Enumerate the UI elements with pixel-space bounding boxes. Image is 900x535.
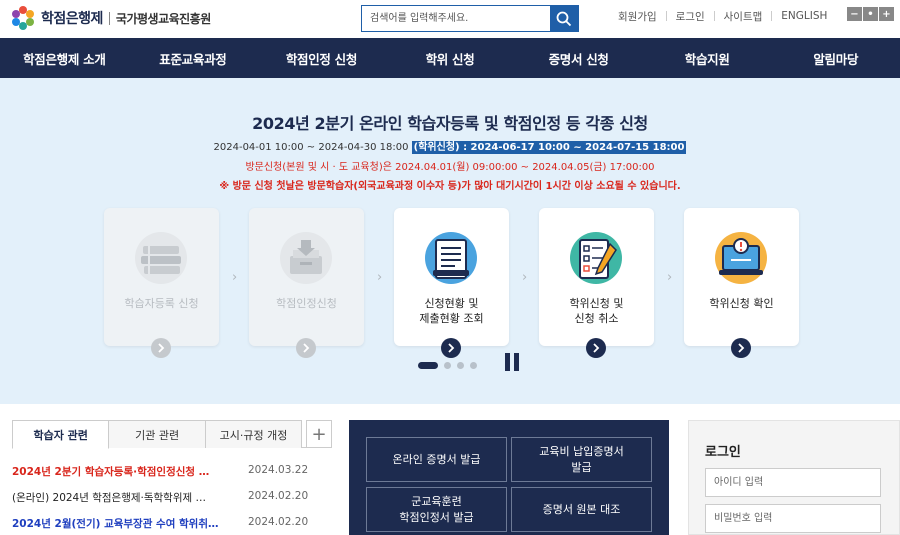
tab-learner[interactable]: 학습자 관련 [12,420,110,449]
notice-date: 2024.02.20 [248,490,309,502]
military-training-certificate-button[interactable]: 군교육훈련 학점인정서 발급 [366,487,507,532]
login-title: 로그인 [705,445,741,460]
notice-title: 2024년 2분기 학습자등록·학점인정신청 … [12,466,210,478]
chevron-right-icon [738,343,745,353]
checklist-pencil-icon [570,232,622,284]
english-link[interactable]: ENGLISH [781,10,827,22]
font-increase-button[interactable]: + [879,7,894,21]
card-degree-confirmation[interactable]: 학위신청 확인 [684,208,799,358]
chevron-right-icon [158,343,165,353]
slider-dot-4[interactable] [470,362,477,369]
search-button[interactable] [550,6,578,31]
notice-title: (온라인) 2024년 학점은행제·독학학위제 … [12,492,207,504]
font-decrease-button[interactable]: − [847,7,862,21]
pause-icon [505,353,510,371]
search-box [361,5,579,32]
chevron-right-icon: › [377,270,383,285]
main-navigation: 학점은행제 소개 표준교육과정 학점인정 신청 학위 신청 증명서 신청 학습지… [0,38,900,78]
list-item[interactable]: (온라인) 2024년 학점은행제·독학학위제 … 2024.02.20 [12,490,332,505]
tab-regulation[interactable]: 고시·규정 개정 [204,420,303,448]
card-degree-application[interactable]: 학위신청 및 신청 취소 [539,208,654,358]
card-go-button[interactable] [586,338,606,358]
notice-date: 2024.02.20 [248,516,309,528]
slider-dot-3[interactable] [457,362,464,369]
banner-title: 2024년 2분기 온라인 학습자등록 및 학점인정 등 각종 신청 [252,114,648,133]
notice-title: 2024년 2월(전기) 교육부장관 수여 학위취… [12,518,219,530]
card-label: 학점인정신청 [276,297,337,310]
search-input[interactable] [362,6,550,31]
card-go-button[interactable] [296,338,316,358]
online-certificate-button[interactable]: 온라인 증명서 발급 [366,437,507,482]
more-button[interactable]: + [306,420,333,448]
logo-flower-icon [12,6,34,30]
card-credit-recognition[interactable]: 학점인정신청 [249,208,364,358]
banner-notice: ※ 방문 신청 첫날은 방문학습자(외국교육과정 이수자 등)가 많아 대기시간… [219,181,681,192]
banner-date-highlight: (학위신청) : 2024-06-17 10:00 ~ 2024-07-15 1… [411,141,687,154]
card-go-button[interactable] [731,338,751,358]
banner-period: 2024-04-01 10:00 ~ 2024-04-30 18:00 (학위신… [0,138,900,154]
card-status-inquiry[interactable]: 신청현황 및 제출현황 조회 [394,208,509,358]
slider-pagination [418,362,477,369]
inbox-download-icon [280,232,332,284]
join-link[interactable]: 회원가입 [618,9,657,24]
chevron-right-icon: › [667,270,673,285]
document-list-icon [425,232,477,284]
certificate-verify-button[interactable]: 증명서 원본 대조 [511,487,652,532]
font-size-controls: − • + [847,7,894,21]
banner-date-plain: 2024-04-01 10:00 ~ 2024-04-30 18:00 [213,142,412,153]
card-go-button[interactable] [441,338,461,358]
login-box: 로그인 [688,420,900,535]
card-label: 학위신청 확인 [709,297,774,310]
logo-org: 국가평생교육진흥원 [115,11,211,26]
divider [771,11,773,21]
card-learner-registration[interactable]: 학습자등록 신청 [104,208,219,358]
card-go-button[interactable] [151,338,171,358]
nav-item-notice[interactable]: 알림마당 [771,38,900,78]
search-icon [556,11,572,26]
slider-dot-2[interactable] [444,362,451,369]
notice-tabs: 학습자 관련 기관 관련 고시·규정 개정 + [12,420,333,449]
card-label: 학습자등록 신청 [124,297,199,310]
logo-divider [108,11,110,25]
divider [665,11,667,21]
list-item[interactable]: 2024년 2월(전기) 교육부장관 수여 학위취… 2024.02.20 [12,516,332,531]
main-banner: 2024년 2분기 온라인 학습자등록 및 학점인정 등 각종 신청 2024-… [0,78,900,404]
top-header: 학점은행제 국가평생교육진흥원 회원가입 로그인 사이트맵 ENGLISH − … [0,0,900,38]
books-icon [135,232,187,284]
tuition-certificate-button[interactable]: 교육비 납입증명서 발급 [511,437,652,482]
quick-services: 온라인 증명서 발급 교육비 납입증명서 발급 군교육훈련 학점인정서 발급 증… [349,420,669,535]
font-reset-button[interactable]: • [863,7,878,21]
banner-visit-period: 방문신청(본원 및 시 · 도 교육청)은 2024.04.01(월) 09:0… [245,162,655,173]
tab-institution[interactable]: 기관 관련 [108,420,206,448]
card-label: 신청현황 및 제출현황 조회 [419,297,484,325]
laptop-alert-icon [715,232,767,284]
utility-links: 회원가입 로그인 사이트맵 ENGLISH [618,9,827,23]
nav-item-intro[interactable]: 학점은행제 소개 [0,38,129,78]
sitemap-link[interactable]: 사이트맵 [724,9,763,24]
logo-title: 학점은행제 [41,11,103,27]
nav-item-certificate[interactable]: 증명서 신청 [514,38,643,78]
notice-date: 2024.03.22 [248,464,309,476]
divider [713,11,715,21]
password-input[interactable] [705,504,881,533]
chevron-right-icon: › [522,270,528,285]
nav-item-credit-recognition[interactable]: 학점인정 신청 [257,38,386,78]
slider-dot-1[interactable] [418,362,438,369]
chevron-right-icon [448,343,455,353]
slider-pause-button[interactable] [505,353,521,371]
pause-icon [514,353,519,371]
notice-board: 학습자 관련 기관 관련 고시·규정 개정 + 2024년 2분기 학습자등록·… [12,420,333,535]
id-input[interactable] [705,468,881,497]
chevron-right-icon [303,343,310,353]
chevron-right-icon: › [232,270,238,285]
chevron-right-icon [593,343,600,353]
nav-item-learning-support[interactable]: 학습지원 [643,38,772,78]
login-link[interactable]: 로그인 [676,9,705,24]
card-label: 학위신청 및 신청 취소 [569,297,624,325]
list-item[interactable]: 2024년 2분기 학습자등록·학점인정신청 … 2024.03.22 [12,464,332,479]
nav-item-curriculum[interactable]: 표준교육과정 [129,38,258,78]
site-logo[interactable]: 학점은행제 국가평생교육진흥원 [10,5,211,31]
nav-item-degree[interactable]: 학위 신청 [386,38,515,78]
